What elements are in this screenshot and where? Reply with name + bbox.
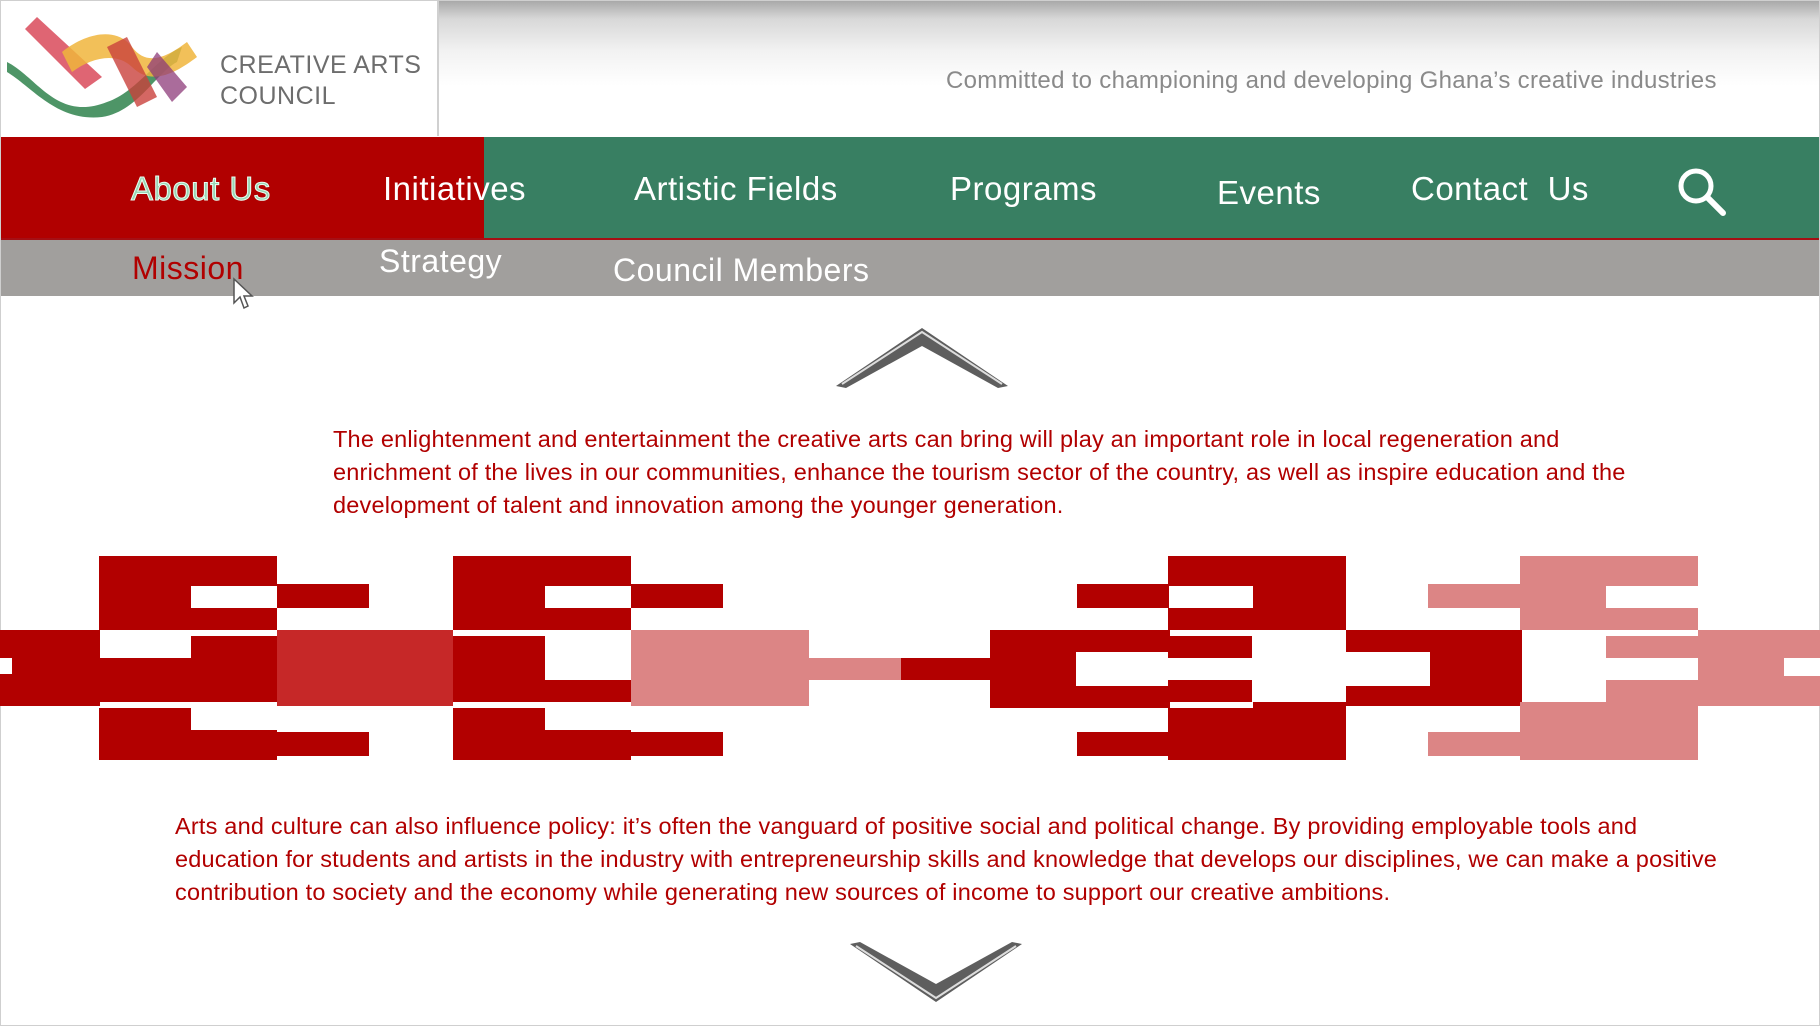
policy-paragraph: Arts and culture can also influence poli… <box>175 813 1718 905</box>
intro-paragraph: The enlightenment and entertainment the … <box>333 426 1626 518</box>
subnav-strategy[interactable]: Strategy <box>379 243 502 280</box>
subnav-mission[interactable]: Mission <box>132 250 244 287</box>
tagline: Committed to championing and developing … <box>946 67 1717 94</box>
nav-programs[interactable]: Programs <box>950 170 1097 208</box>
kente-pattern-banner <box>0 556 1820 760</box>
scroll-up-chevron-icon[interactable] <box>832 322 1012 392</box>
nav-initiatives[interactable]: Initiatives <box>383 170 526 208</box>
main-nav: About Us Initiatives Artistic Fields Pro… <box>1 137 1819 240</box>
search-icon[interactable] <box>1675 165 1727 217</box>
logo-line-2: COUNCIL <box>220 82 337 110</box>
scroll-down-chevron-icon[interactable] <box>846 938 1026 1008</box>
logo-line-1: CREATIVE ARTS <box>220 51 422 79</box>
logo-text: CREATIVE ARTS COUNCIL <box>220 50 421 112</box>
logo[interactable]: CREATIVE ARTS COUNCIL <box>1 1 439 136</box>
nav-contact-us[interactable]: Contact Us <box>1411 170 1589 208</box>
nav-about-us[interactable]: About Us <box>131 170 271 208</box>
subnav-council-members[interactable]: Council Members <box>613 252 869 289</box>
mouse-pointer-icon <box>233 277 254 310</box>
ribbon-logo-icon <box>7 17 197 118</box>
nav-events[interactable]: Events <box>1217 174 1321 212</box>
nav-artistic-fields[interactable]: Artistic Fields <box>634 170 838 208</box>
header-banner: Committed to championing and developing … <box>439 1 1819 136</box>
sub-nav: Mission Strategy Council Members <box>1 240 1819 296</box>
